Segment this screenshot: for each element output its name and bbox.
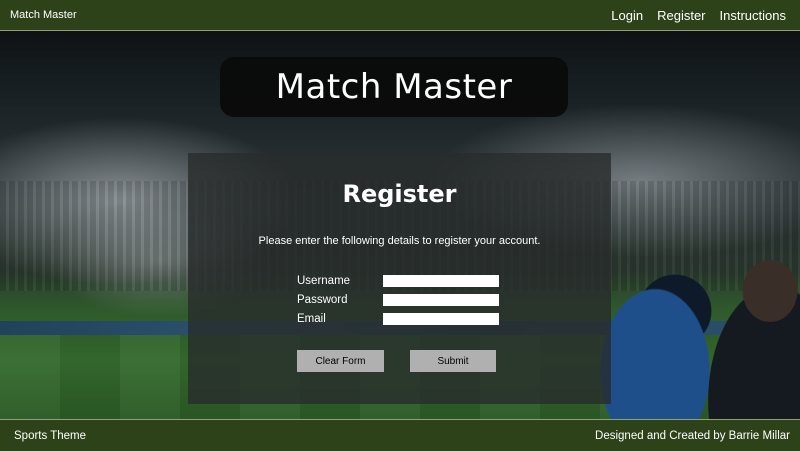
register-heading: Register — [342, 180, 457, 208]
email-label: Email — [297, 313, 326, 325]
password-label: Password — [297, 294, 348, 306]
footer-theme-text: Sports Theme — [14, 429, 87, 442]
submit-button[interactable]: Submit — [410, 350, 496, 372]
title-banner: Match Master — [220, 57, 568, 117]
password-row: Password — [297, 293, 597, 307]
site-title: Match Master — [275, 67, 513, 107]
footer-credit-text: Designed and Created by Barrie Millar — [595, 429, 790, 442]
nav-link-instructions[interactable]: Instructions — [720, 8, 786, 23]
register-panel: Register Please enter the following deta… — [188, 153, 611, 404]
nav-link-register[interactable]: Register — [657, 8, 705, 23]
register-intro: Please enter the following details to re… — [258, 235, 541, 247]
email-input[interactable] — [383, 313, 499, 325]
email-row: Email — [297, 312, 597, 326]
username-row: Username — [297, 274, 597, 288]
footer: Sports Theme Designed and Created by Bar… — [0, 419, 800, 451]
username-input[interactable] — [383, 275, 499, 287]
nav-links: Login Register Instructions — [597, 8, 786, 23]
navbar: Match Master Login Register Instructions — [0, 0, 800, 31]
username-label: Username — [297, 275, 351, 287]
brand-link[interactable]: Match Master — [10, 9, 77, 21]
nav-link-login[interactable]: Login — [611, 8, 643, 23]
password-input[interactable] — [383, 294, 499, 306]
clear-form-button[interactable]: Clear Form — [297, 350, 384, 372]
